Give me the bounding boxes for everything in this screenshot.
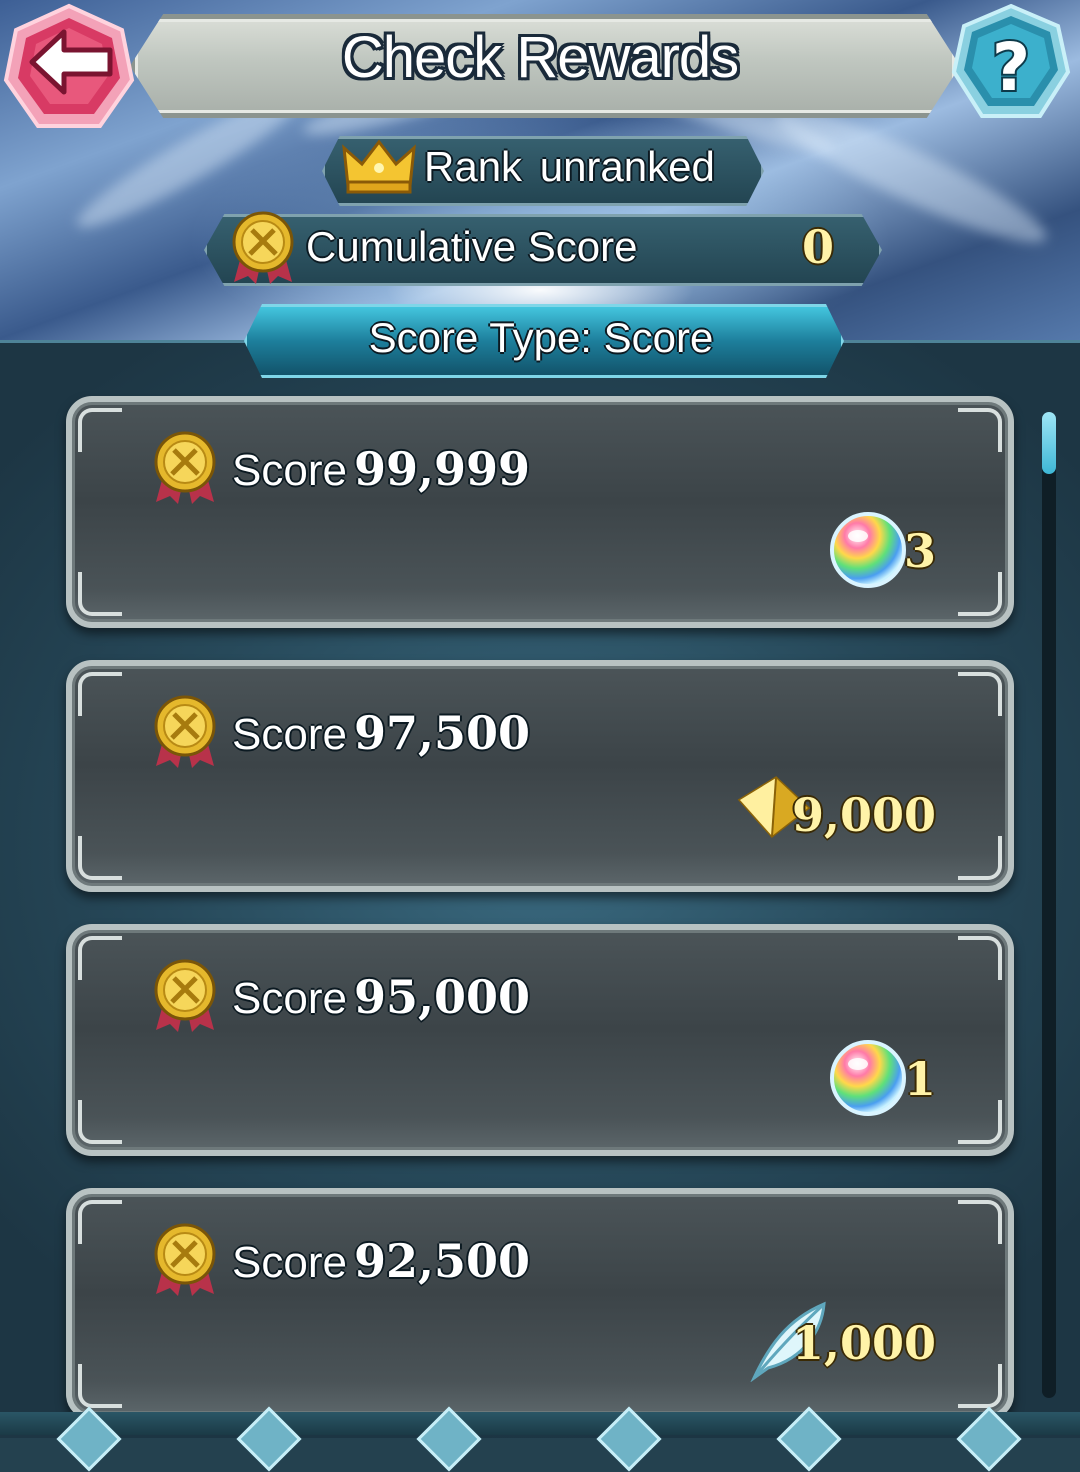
reward-quantity: 9,000 <box>791 788 936 842</box>
scrollbar-track[interactable] <box>1042 412 1056 1398</box>
gold-medal-icon <box>154 959 216 1032</box>
reward-quantity: 1,000 <box>791 1316 936 1370</box>
gold-medal-icon <box>232 211 294 284</box>
reward-card: Score 99,999 3 <box>66 396 1014 628</box>
score-threshold: 92,500 <box>354 1234 531 1288</box>
svg-text:?: ? <box>992 29 1030 106</box>
reward-card: Score 92,500 1,000 <box>66 1188 1014 1420</box>
reward-card: Score 95,000 1 <box>66 924 1014 1156</box>
score-threshold: 99,999 <box>354 442 531 496</box>
reward-quantity: 3 <box>903 524 936 578</box>
question-mark-icon: ? <box>951 3 1071 118</box>
bottom-decoration <box>0 1406 1080 1472</box>
gold-medal-icon <box>154 695 216 768</box>
score-label: Score <box>232 446 347 495</box>
rank-text: Rank unranked <box>424 143 715 190</box>
orb-icon <box>830 512 906 588</box>
cumulative-score-label: Cumulative Score <box>306 223 638 270</box>
gold-medal-icon <box>154 431 216 504</box>
reward-card: Score 97,500 9,000 <box>66 660 1014 892</box>
cumulative-score-value: 0 <box>801 220 834 274</box>
score-type-label[interactable]: Score Type: Score <box>244 314 838 362</box>
score-label: Score <box>232 1238 347 1287</box>
score-label: Score <box>232 710 347 759</box>
page-title: Check Rewards <box>341 25 739 90</box>
score-threshold: 97,500 <box>354 706 531 760</box>
orb-icon <box>830 1040 906 1116</box>
help-button[interactable]: ? <box>950 2 1072 124</box>
scrollbar-thumb[interactable] <box>1042 412 1056 474</box>
gold-medal-icon <box>154 1223 216 1296</box>
back-button[interactable] <box>2 2 136 136</box>
crown-icon <box>342 139 416 194</box>
reward-quantity: 1 <box>903 1052 936 1106</box>
back-arrow-icon <box>3 3 135 128</box>
score-threshold: 95,000 <box>354 970 531 1024</box>
score-label: Score <box>232 974 347 1023</box>
